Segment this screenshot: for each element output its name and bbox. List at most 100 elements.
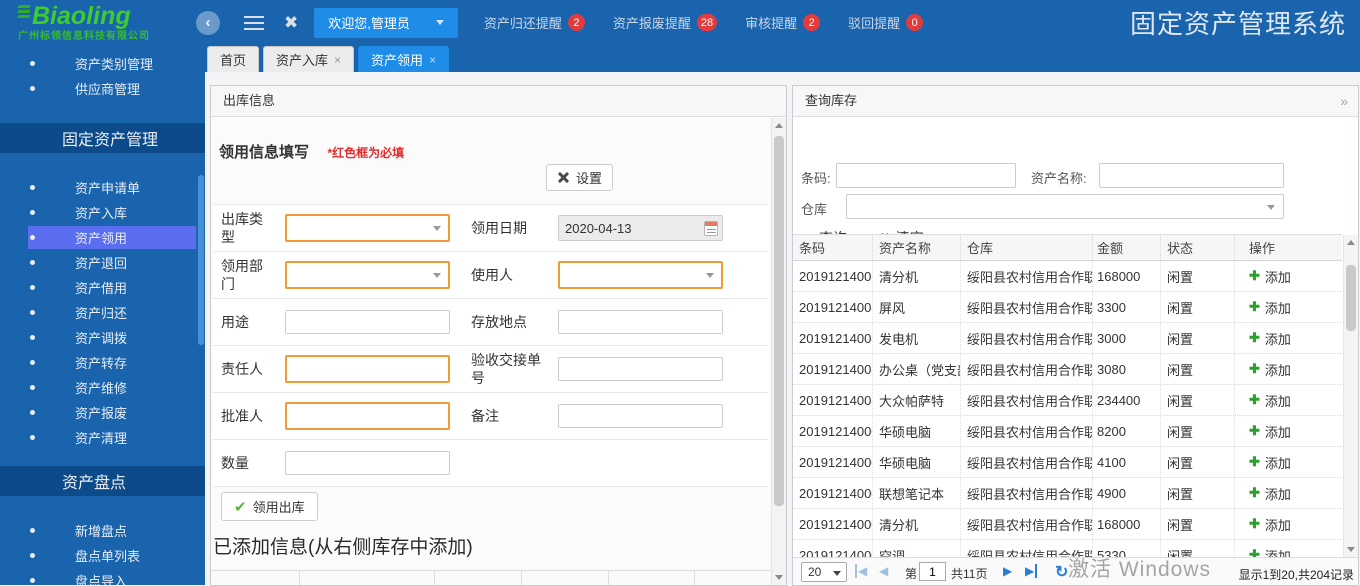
inventory-scrollbar[interactable] xyxy=(1343,235,1358,557)
sidebar-item[interactable]: 资产借用 xyxy=(0,275,205,300)
chevron-down-icon xyxy=(833,571,841,576)
add-action[interactable]: ✚ 添加 xyxy=(1235,416,1342,446)
sidebar-item[interactable]: 资产调拨 xyxy=(0,325,205,350)
tab-close-icon[interactable]: × xyxy=(334,53,341,67)
sidebar: 资产类别管理 供应商管理 固定资产管理 资产申请单 资产入库 资产领用 资产退回 xyxy=(0,45,205,585)
form-row: 责任人 验收交接单号 xyxy=(213,346,768,393)
checkout-label: 领用出库 xyxy=(253,497,305,516)
notification-item[interactable]: 资产报废提醒 28 xyxy=(613,13,717,32)
outbound-panel-title: 出库信息 xyxy=(211,86,786,117)
sidebar-item[interactable]: 供应商管理 xyxy=(0,76,205,101)
bullet-icon xyxy=(30,235,35,240)
asset-name-cell: 华硕电脑 xyxy=(873,447,961,477)
first-page-icon[interactable]: ◀ xyxy=(855,564,867,578)
outbound-scrollbar[interactable] xyxy=(771,118,786,585)
page-number-input[interactable] xyxy=(919,562,946,581)
dropdown[interactable] xyxy=(285,214,450,242)
text-input[interactable] xyxy=(285,355,450,383)
added-info-title: 已添加信息(从右侧库存中添加) xyxy=(213,532,473,559)
barcode-input[interactable] xyxy=(836,163,1016,188)
calendar-icon[interactable] xyxy=(704,221,718,236)
sidebar-item[interactable]: 资产转存 xyxy=(0,350,205,375)
settings-label: 设置 xyxy=(576,168,602,187)
scrollbar-thumb[interactable] xyxy=(1346,265,1356,331)
field-label: 领用日期 xyxy=(461,219,550,237)
dropdown[interactable] xyxy=(285,261,450,289)
prev-page-icon[interactable]: ◀ xyxy=(879,564,888,578)
asset-name-cell: 办公桌（党支部大 xyxy=(873,354,961,384)
scroll-up-icon[interactable] xyxy=(1347,240,1355,245)
add-action[interactable]: ✚ 添加 xyxy=(1235,509,1342,539)
bullet-icon xyxy=(30,435,35,440)
page-size-select[interactable]: 20 xyxy=(801,562,847,582)
last-page-icon[interactable]: ▶ xyxy=(1025,564,1037,578)
add-action[interactable]: ✚ 添加 xyxy=(1235,292,1342,322)
sidebar-item[interactable]: 固定资产管理 xyxy=(0,123,205,153)
warehouse-dropdown[interactable] xyxy=(846,194,1284,219)
refresh-icon[interactable]: ↻ xyxy=(1055,562,1068,582)
user-menu-button[interactable]: 欢迎您,管理员 xyxy=(314,8,458,38)
notification-item[interactable]: 驳回提醒 0 xyxy=(848,13,923,32)
sidebar-item[interactable]: 新增盘点 xyxy=(0,518,205,543)
text-input[interactable] xyxy=(558,404,723,428)
next-page-icon[interactable]: ▶ xyxy=(1003,564,1012,578)
add-action[interactable]: ✚ 添加 xyxy=(1235,478,1342,508)
sidebar-item[interactable]: 资产清理 xyxy=(0,425,205,450)
sidebar-item[interactable]: 资产申请单 xyxy=(0,175,205,200)
asset-name-input[interactable] xyxy=(1099,163,1284,188)
warehouse-cell: 绥阳县农村信用合作联社刘 xyxy=(961,416,1093,446)
sidebar-item-label: 盘点单列表 xyxy=(75,546,140,565)
dropdown[interactable] xyxy=(558,261,723,289)
plus-icon: ✚ xyxy=(1249,392,1260,408)
text-input[interactable] xyxy=(558,357,723,381)
text-input[interactable] xyxy=(285,402,450,430)
checkout-button[interactable]: ✔ 领用出库 xyxy=(221,492,318,521)
form-row: 数量 xyxy=(213,440,768,487)
settings-button[interactable]: 设置 xyxy=(546,164,613,191)
column-header: 金额 xyxy=(1093,235,1161,260)
scroll-down-icon[interactable] xyxy=(775,575,783,580)
notification-item[interactable]: 资产归还提醒 2 xyxy=(484,13,585,32)
tab[interactable]: 资产入库 × xyxy=(263,46,354,72)
sidebar-item[interactable]: 资产入库 xyxy=(0,200,205,225)
logo-speed-lines-icon xyxy=(18,3,30,20)
tab[interactable]: 首页 xyxy=(207,46,259,72)
add-action[interactable]: ✚ 添加 xyxy=(1235,385,1342,415)
add-action[interactable]: ✚ 添加 xyxy=(1235,540,1342,557)
bullet-icon xyxy=(30,310,35,315)
sidebar-item[interactable]: 资产类别管理 xyxy=(0,51,205,76)
add-action[interactable]: ✚ 添加 xyxy=(1235,261,1342,291)
notification-item[interactable]: 审核提醒 2 xyxy=(745,13,820,32)
tab[interactable]: 资产领用 × xyxy=(358,46,449,72)
add-action[interactable]: ✚ 添加 xyxy=(1235,447,1342,477)
close-all-tabs-icon[interactable]: ✖ xyxy=(284,13,298,33)
date-input[interactable]: 2020-04-13 xyxy=(558,215,723,241)
field-cell xyxy=(275,393,461,439)
scroll-up-icon[interactable] xyxy=(775,123,783,128)
bullet-icon xyxy=(30,210,35,215)
sidebar-item[interactable]: 盘点导入 xyxy=(0,568,205,585)
sidebar-item[interactable]: 资产领用 xyxy=(0,225,205,250)
logo-text: Biaoling xyxy=(32,2,131,30)
sidebar-collapse-button[interactable]: ‹ xyxy=(196,11,220,35)
record-info: 显示1到20,共204记录 xyxy=(1239,566,1354,583)
sidebar-item[interactable]: 盘点单列表 xyxy=(0,543,205,568)
text-input[interactable] xyxy=(558,310,723,334)
tab-close-icon[interactable]: × xyxy=(429,53,436,67)
sidebar-item[interactable]: 资产盘点 xyxy=(0,466,205,496)
sidebar-item[interactable]: 资产报废 xyxy=(0,400,205,425)
sidebar-item[interactable]: 资产归还 xyxy=(0,300,205,325)
sidebar-item[interactable]: 资产退回 xyxy=(0,250,205,275)
add-action[interactable]: ✚ 添加 xyxy=(1235,323,1342,353)
scroll-down-icon[interactable] xyxy=(1347,547,1355,552)
menu-icon[interactable] xyxy=(244,12,264,34)
text-input[interactable] xyxy=(285,310,450,334)
bullet-icon xyxy=(30,86,35,91)
sidebar-scrollbar-thumb[interactable] xyxy=(198,175,204,345)
add-action[interactable]: ✚ 添加 xyxy=(1235,354,1342,384)
panel-collapse-icon[interactable]: » xyxy=(1340,86,1348,116)
text-input[interactable] xyxy=(285,451,450,475)
tools-icon xyxy=(557,171,570,184)
scrollbar-thumb[interactable] xyxy=(774,136,784,506)
sidebar-item[interactable]: 资产维修 xyxy=(0,375,205,400)
